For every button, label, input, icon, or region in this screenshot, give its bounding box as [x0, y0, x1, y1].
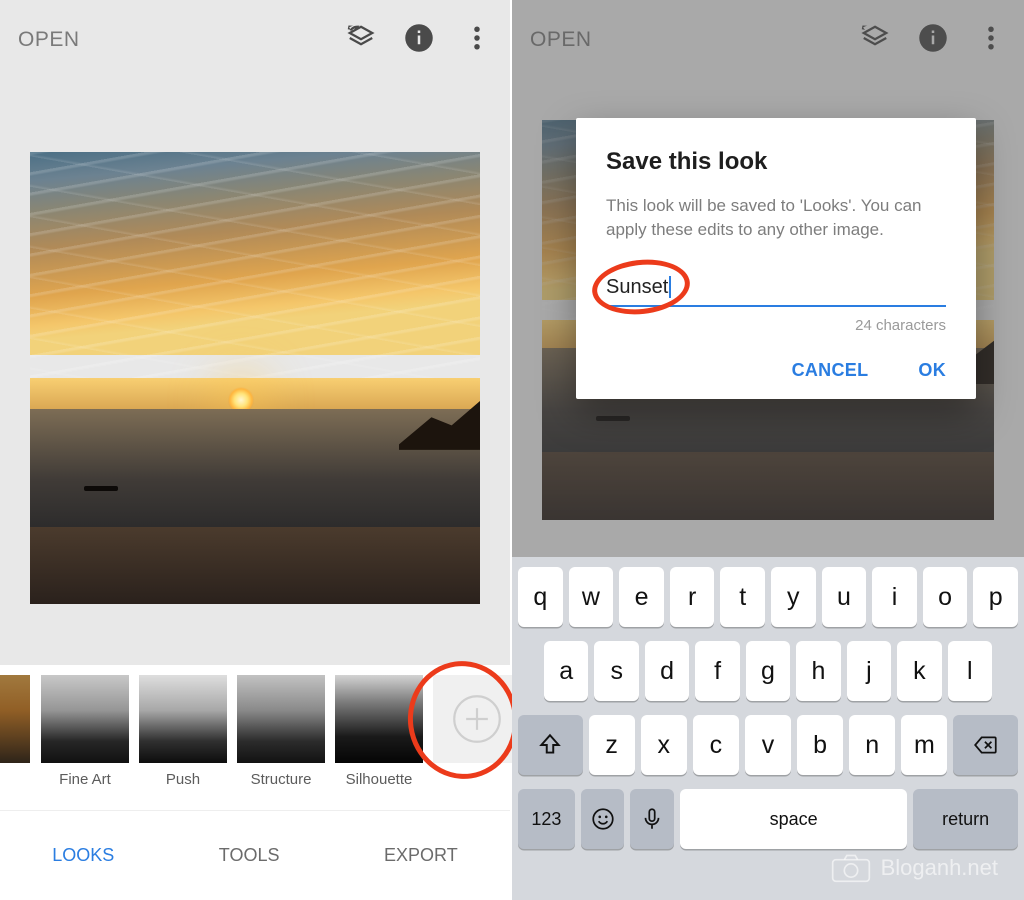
look-item[interactable]: Structure — [238, 675, 324, 788]
tab-export[interactable]: EXPORT — [384, 845, 458, 866]
key-d[interactable]: d — [645, 641, 689, 701]
ok-button[interactable]: OK — [918, 360, 946, 381]
edited-photo[interactable] — [30, 152, 480, 604]
dialog-title: Save this look — [606, 148, 946, 176]
key-l[interactable]: l — [948, 641, 992, 701]
look-item[interactable]: Silhouette — [336, 675, 422, 788]
emoji-icon — [590, 806, 616, 832]
key-backspace[interactable] — [953, 715, 1018, 775]
add-look-button[interactable] — [434, 675, 520, 771]
canvas-area — [0, 80, 510, 665]
key-row: 123 space return — [518, 789, 1018, 849]
key-h[interactable]: h — [796, 641, 840, 701]
open-button[interactable]: OPEN — [18, 28, 80, 52]
key-a[interactable]: a — [544, 641, 588, 701]
shift-icon — [537, 732, 563, 758]
save-look-dialog: Save this look This look will be saved t… — [576, 118, 976, 399]
look-item[interactable]: Push — [140, 675, 226, 788]
key-s[interactable]: s — [594, 641, 638, 701]
microphone-icon — [639, 806, 665, 832]
key-row: a s d f g h j k l — [518, 641, 1018, 701]
look-label: Fine Art — [59, 771, 111, 788]
key-o[interactable]: o — [923, 567, 968, 627]
key-g[interactable]: g — [746, 641, 790, 701]
key-p[interactable]: p — [973, 567, 1018, 627]
key-j[interactable]: j — [847, 641, 891, 701]
char-counter: 24 characters — [606, 317, 946, 334]
key-v[interactable]: v — [745, 715, 791, 775]
key-k[interactable]: k — [897, 641, 941, 701]
backspace-icon — [973, 732, 999, 758]
key-r[interactable]: r — [670, 567, 715, 627]
looks-strip[interactable]: Fine Art Push Structure Silhouette — [0, 665, 510, 810]
key-dictation[interactable] — [630, 789, 674, 849]
key-numbers[interactable]: 123 — [518, 789, 575, 849]
top-bar: OPEN — [0, 0, 510, 80]
key-space[interactable]: space — [680, 789, 907, 849]
bottom-tabs: LOOKS TOOLS EXPORT — [0, 810, 510, 900]
tab-looks[interactable]: LOOKS — [52, 845, 114, 866]
key-q[interactable]: q — [518, 567, 563, 627]
key-e[interactable]: e — [619, 567, 664, 627]
key-c[interactable]: c — [693, 715, 739, 775]
key-emoji[interactable] — [581, 789, 625, 849]
look-item[interactable]: Fine Art — [42, 675, 128, 788]
info-icon[interactable] — [404, 23, 434, 58]
key-b[interactable]: b — [797, 715, 843, 775]
look-label: Silhouette — [346, 771, 413, 788]
dialog-body: This look will be saved to 'Looks'. You … — [606, 194, 946, 242]
key-x[interactable]: x — [641, 715, 687, 775]
cancel-button[interactable]: CANCEL — [792, 360, 869, 381]
look-label: Push — [166, 771, 200, 788]
key-i[interactable]: i — [872, 567, 917, 627]
key-shift[interactable] — [518, 715, 583, 775]
overflow-menu-icon[interactable] — [462, 23, 492, 58]
tab-tools[interactable]: TOOLS — [219, 845, 280, 866]
plus-circle-icon — [451, 693, 503, 745]
key-w[interactable]: w — [569, 567, 614, 627]
key-row: q w e r t y u i o p — [518, 567, 1018, 627]
key-t[interactable]: t — [720, 567, 765, 627]
undo-layers-icon[interactable] — [346, 23, 376, 58]
key-z[interactable]: z — [589, 715, 635, 775]
top-icons — [346, 23, 492, 58]
look-item[interactable] — [0, 675, 30, 771]
key-u[interactable]: u — [822, 567, 867, 627]
editor-screen: OPEN Fine Art Push Structure Silhouette — [0, 0, 512, 900]
key-n[interactable]: n — [849, 715, 895, 775]
key-m[interactable]: m — [901, 715, 947, 775]
look-label: Structure — [251, 771, 312, 788]
key-return[interactable]: return — [913, 789, 1018, 849]
look-name-input[interactable]: Sunset — [606, 270, 946, 307]
save-look-screen: OPEN Save this look This look will be sa… — [512, 0, 1024, 900]
key-f[interactable]: f — [695, 641, 739, 701]
key-y[interactable]: y — [771, 567, 816, 627]
key-row: z x c v b n m — [518, 715, 1018, 775]
on-screen-keyboard: q w e r t y u i o p a s d f g h j k l z — [512, 557, 1024, 900]
